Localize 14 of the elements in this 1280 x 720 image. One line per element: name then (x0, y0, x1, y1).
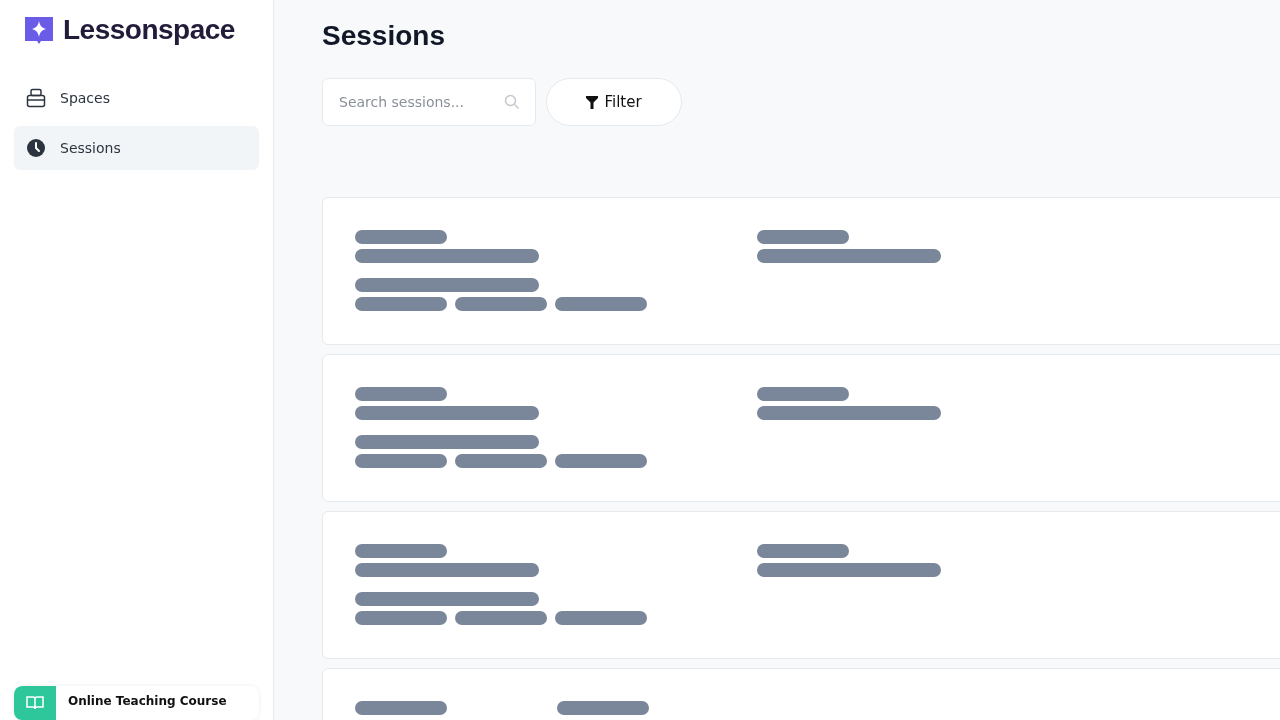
book-icon (26, 696, 44, 710)
funnel-icon (586, 95, 599, 109)
course-card[interactable]: Online Teaching Course (14, 686, 259, 720)
clock-icon (26, 138, 46, 158)
nav-item[interactable]: Sessions (14, 126, 259, 170)
filter-button[interactable]: Filter (546, 78, 682, 126)
search-icon (504, 94, 520, 110)
course-title: Online Teaching Course (68, 694, 227, 708)
nav-item[interactable]: Spaces (14, 76, 259, 120)
stack-icon (26, 88, 46, 108)
logo-icon (23, 14, 55, 46)
brand-name: Lessonspace (63, 14, 235, 46)
search-field[interactable]: Search sessions... (322, 78, 536, 126)
page-title: Sessions (322, 20, 446, 52)
